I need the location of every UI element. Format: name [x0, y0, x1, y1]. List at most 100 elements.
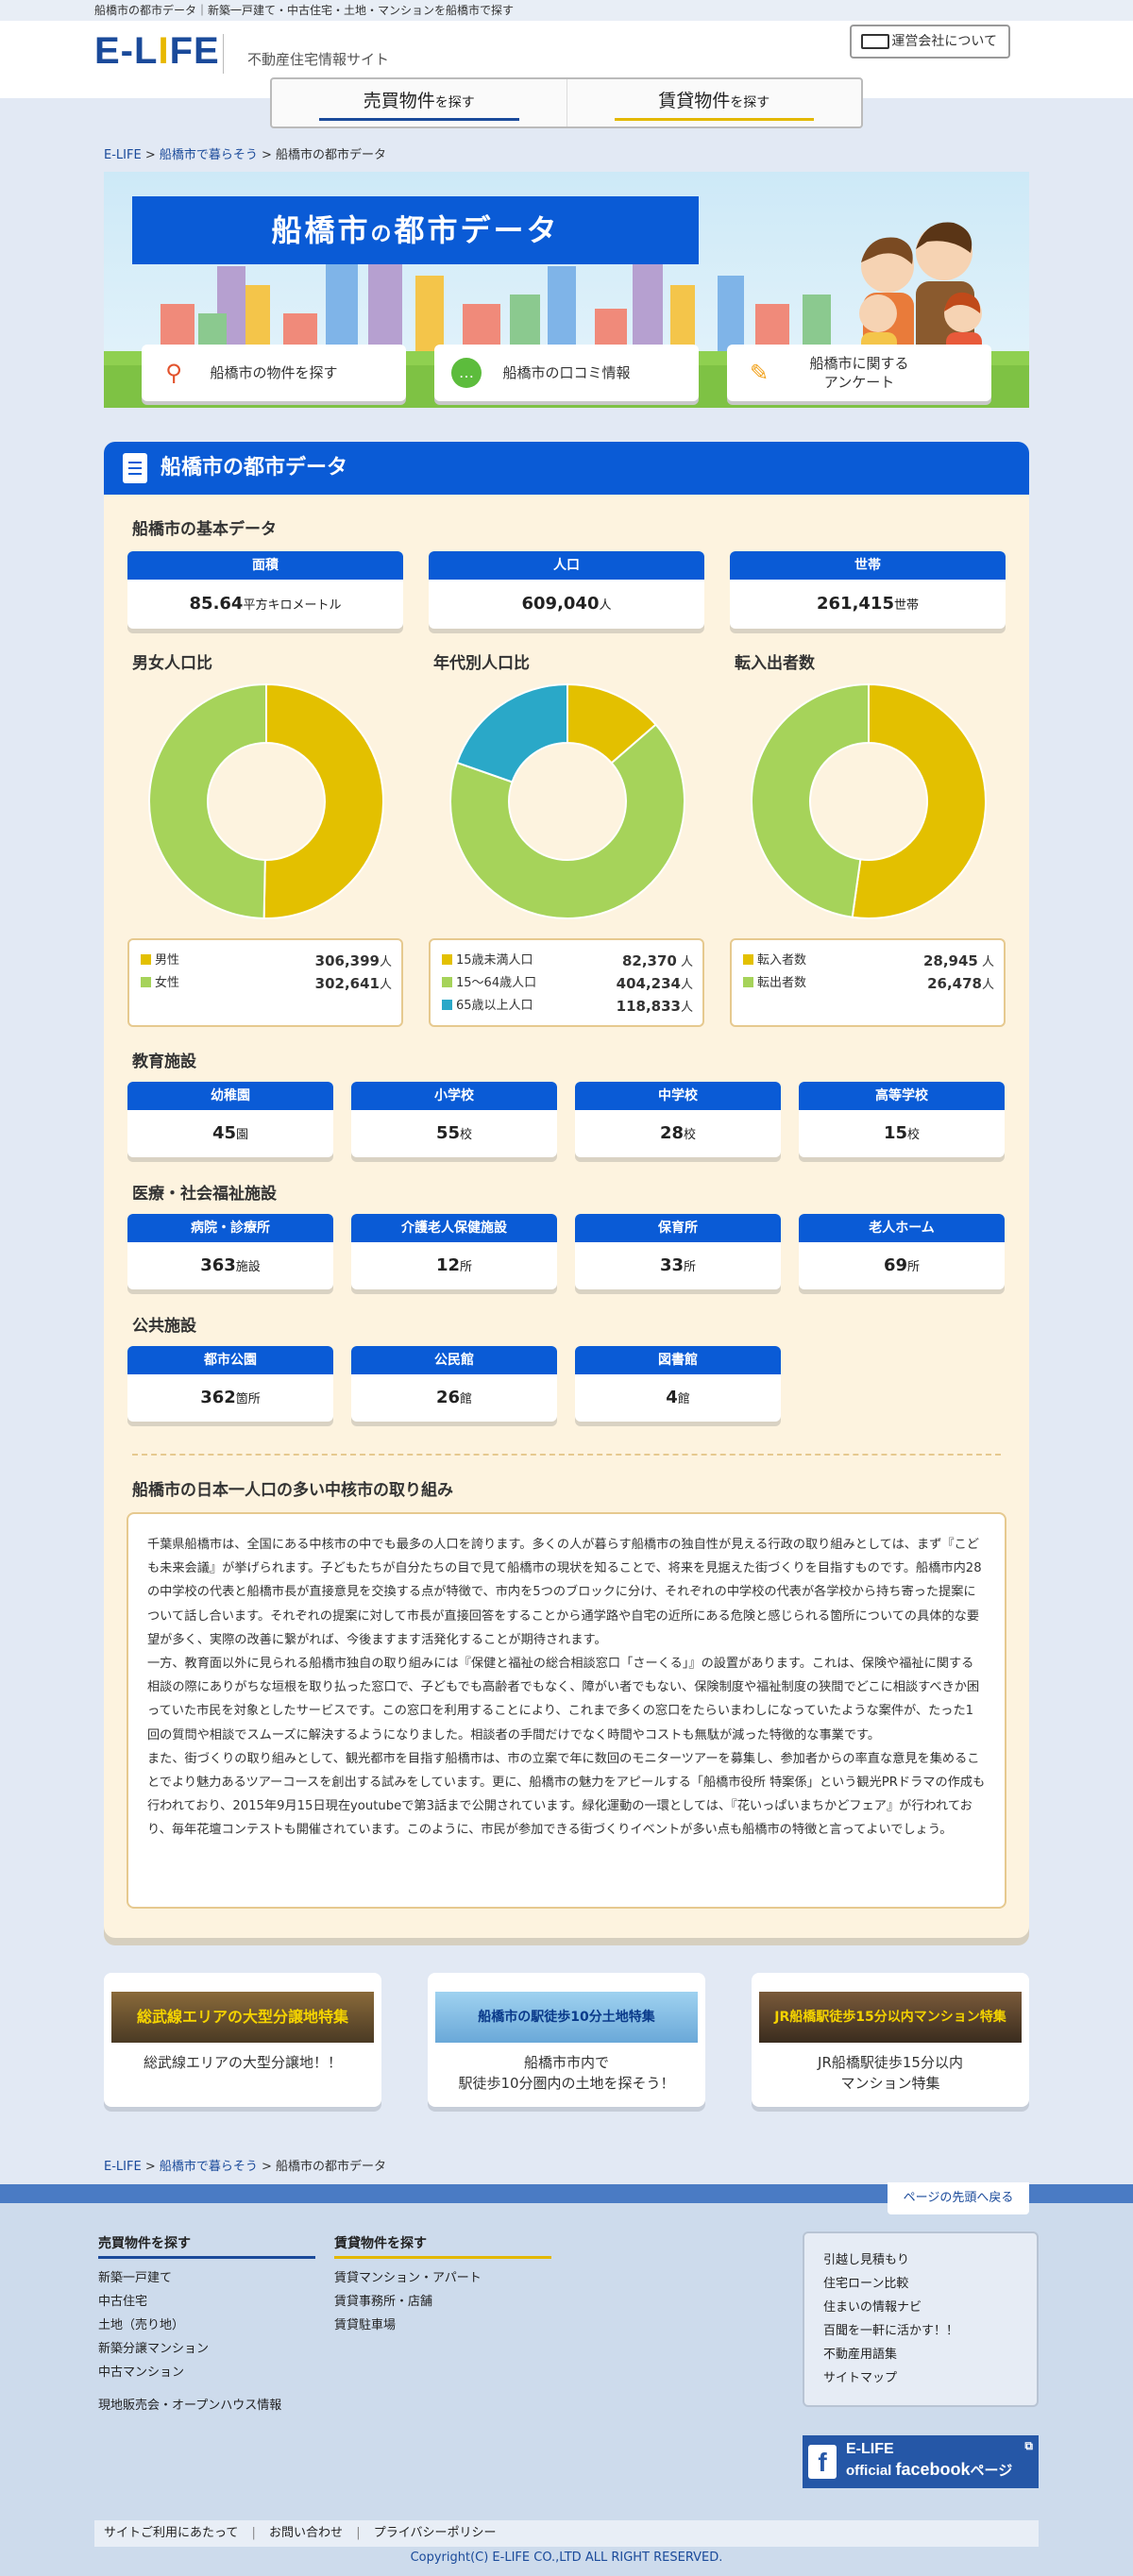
stat-population-unit: 人: [599, 598, 612, 613]
footer-side-link[interactable]: 引越し見積もり: [823, 2248, 1018, 2272]
stat-label: 図書館: [575, 1346, 781, 1374]
footer-link[interactable]: 中古住宅: [98, 2291, 147, 2309]
back-to-top-button[interactable]: ページの先頭へ戻る: [888, 2182, 1029, 2214]
stat-unit: 施設: [235, 1260, 261, 1274]
search-properties-button[interactable]: ⚲ 船橋市の物件を探す: [142, 345, 406, 401]
stat-community-centers: 公民館 26館: [351, 1346, 557, 1422]
breadcrumb-parent-link[interactable]: 船橋市で暮らそう: [160, 148, 258, 162]
legend-value: 302,641: [314, 975, 380, 992]
stat-value: 69: [883, 1255, 908, 1275]
stat-value: 362: [200, 1388, 236, 1407]
promo-label-2: マンション特集: [840, 2075, 940, 2092]
footer-rent-title: 賃貸物件を探す: [334, 2233, 551, 2259]
legend-label: 15～64歳人口: [456, 976, 537, 990]
promo-jr-mansion[interactable]: JR船橋駅徒歩15分以内マンション特集 JR船橋駅徒歩15分以内 マンション特集: [752, 1973, 1029, 2107]
legend-value: 82,370: [621, 952, 677, 969]
promo-banner-image: 総武線エリアの大型分譲地特集: [111, 1992, 374, 2043]
promo-sobu-line[interactable]: 総武線エリアの大型分譲地特集 総武線エリアの大型分譲地！！: [104, 1973, 381, 2107]
stat-value: 45: [211, 1123, 237, 1143]
stat-value: 55: [435, 1123, 461, 1143]
legend-label: 女性: [155, 976, 180, 990]
stat-libraries: 図書館 4館: [575, 1346, 781, 1422]
footer-buy-title: 売買物件を探す: [98, 2233, 315, 2259]
legend-row: 15～64歳人口 404,234人: [442, 972, 693, 995]
stat-value: 28: [659, 1123, 685, 1143]
facebook-banner[interactable]: f E-LIFE official facebookページ ⧉: [803, 2435, 1039, 2488]
legend-value: 26,478: [927, 975, 982, 992]
legend-swatch: [141, 954, 151, 965]
tab-rent-underline: [614, 118, 814, 121]
company-info-button[interactable]: 運営会社について: [850, 25, 1010, 59]
essay-paragraph: また、街づくりの取り組みとして、観光都市を目指す船橋市は、市の立案で年に数回のモ…: [147, 1751, 986, 1838]
footer-link[interactable]: 賃貸マンション・アパート: [334, 2267, 482, 2285]
footer-terms-link[interactable]: サイトご利用にあたって: [104, 2526, 238, 2540]
promo-banner-image: JR船橋駅徒歩15分以内マンション特集: [759, 1992, 1022, 2043]
footer-link[interactable]: 新築分譲マンション: [98, 2338, 209, 2356]
footer-contact-link[interactable]: お問い合わせ: [269, 2526, 343, 2540]
footer-link[interactable]: 中古マンション: [98, 2362, 184, 2380]
footer-side-link[interactable]: サイトマップ: [823, 2366, 1018, 2390]
stat-label: 老人ホーム: [799, 1214, 1005, 1242]
medical-title: 医療・社会福祉施設: [132, 1185, 277, 1204]
stat-area-unit: 平方キロメートル: [243, 598, 342, 613]
legend-value: 28,945: [922, 952, 978, 969]
tab-buy-underline: [319, 118, 519, 121]
footer-side-link[interactable]: 不動産用語集: [823, 2343, 1018, 2366]
footer-side-link[interactable]: 住宅ローン比較: [823, 2272, 1018, 2296]
speech-bubble-icon: …: [451, 358, 482, 388]
section-divider: [132, 1454, 1001, 1456]
legend-label: 転入者数: [757, 953, 807, 968]
promo-label-1: 船橋市市内で: [523, 2054, 609, 2071]
hero-banner: 船橋市の都市データ ⚲ 船橋市の物件を探す … 船橋市の口コミ情報 ✎ 船橋市に…: [104, 172, 1029, 408]
main-nav: 売買物件を探す 賃貸物件を探す: [270, 77, 863, 128]
breadcrumb-home-link[interactable]: E-LIFE: [104, 148, 142, 162]
breadcrumb-sep: >: [257, 2160, 277, 2174]
site-footer: 売買物件を探す 新築一戸建て 中古住宅 土地（売り地） 新築分譲マンション 中古…: [0, 2203, 1133, 2576]
footer-side-link[interactable]: 住まいの情報ナビ: [823, 2296, 1018, 2319]
stat-label: 公民館: [351, 1346, 557, 1374]
footer-link[interactable]: 土地（売り地）: [98, 2315, 184, 2332]
external-link-icon: ⧉: [1024, 2439, 1033, 2452]
footer-link[interactable]: 新築一戸建て: [98, 2267, 172, 2285]
magnifier-icon: ⚲: [165, 360, 182, 386]
promo-label-2: 駅徒歩10分圏内の土地を探そう！: [458, 2075, 675, 2092]
promo-banner-text: 総武線エリアの大型分譲地特集: [136, 2008, 348, 2026]
site-subtitle: 不動産住宅情報サイト: [247, 51, 390, 68]
stat-population-label: 人口: [429, 551, 704, 580]
stat-value: 26: [435, 1388, 461, 1407]
essay-title: 船橋市の日本一人口の多い中核市の取り組み: [132, 1481, 453, 1500]
migration-chart-title: 転入出者数: [735, 654, 815, 673]
stat-label: 病院・診療所: [127, 1214, 333, 1242]
gender-donut-chart: [148, 683, 384, 919]
footer-link[interactable]: 賃貸事務所・店舗: [334, 2291, 432, 2309]
tab-rent-properties[interactable]: 賃貸物件を探す: [567, 79, 862, 126]
elife-logo[interactable]: E-LIFE: [94, 30, 220, 73]
tab-buy-properties[interactable]: 売買物件を探す: [272, 79, 567, 126]
promo-banner-text: 船橋市の駅徒歩10分土地特集: [478, 2010, 655, 2025]
promo-land-walk[interactable]: 船橋市の駅徒歩10分土地特集 船橋市市内で駅徒歩10分圏内の土地を探そう！: [428, 1973, 705, 2107]
stat-unit: 校: [907, 1128, 921, 1142]
stat-label: 介護老人保健施設: [351, 1214, 557, 1242]
legend-row: 男性 306,399人: [141, 950, 392, 972]
legend-swatch: [442, 1000, 452, 1010]
migration-legend: 転入者数 28,945 人 転出者数 26,478人: [730, 938, 1006, 1027]
legend-unit: 人: [680, 1001, 693, 1015]
footer-link-open-house[interactable]: 現地販売会・オープンハウス情報: [98, 2395, 281, 2413]
breadcrumb-home-link[interactable]: E-LIFE: [104, 2160, 142, 2174]
footer-privacy-link[interactable]: プライバシーポリシー: [374, 2526, 497, 2540]
stat-unit: 園: [236, 1128, 249, 1142]
breadcrumb-parent-link[interactable]: 船橋市で暮らそう: [160, 2160, 258, 2174]
stat-value: 4: [666, 1388, 678, 1407]
breadcrumb-sep: >: [141, 148, 160, 162]
stat-area-value: 85.64: [189, 594, 244, 614]
stat-households-unit: 世帯: [893, 598, 919, 613]
survey-button[interactable]: ✎ 船橋市に関する アンケート: [727, 345, 991, 401]
legend-row: 転入者数 28,945 人: [743, 950, 994, 972]
document-icon: [123, 453, 147, 483]
promo-label-1: JR船橋駅徒歩15分以内: [818, 2054, 963, 2071]
footer-side-link[interactable]: 百聞を一軒に活かす！！: [823, 2319, 1018, 2343]
facebook-banner-official: official: [846, 2463, 896, 2479]
footer-link[interactable]: 賃貸駐車場: [334, 2315, 396, 2332]
reviews-button[interactable]: … 船橋市の口コミ情報: [434, 345, 699, 401]
footer-sep: |: [356, 2526, 361, 2540]
